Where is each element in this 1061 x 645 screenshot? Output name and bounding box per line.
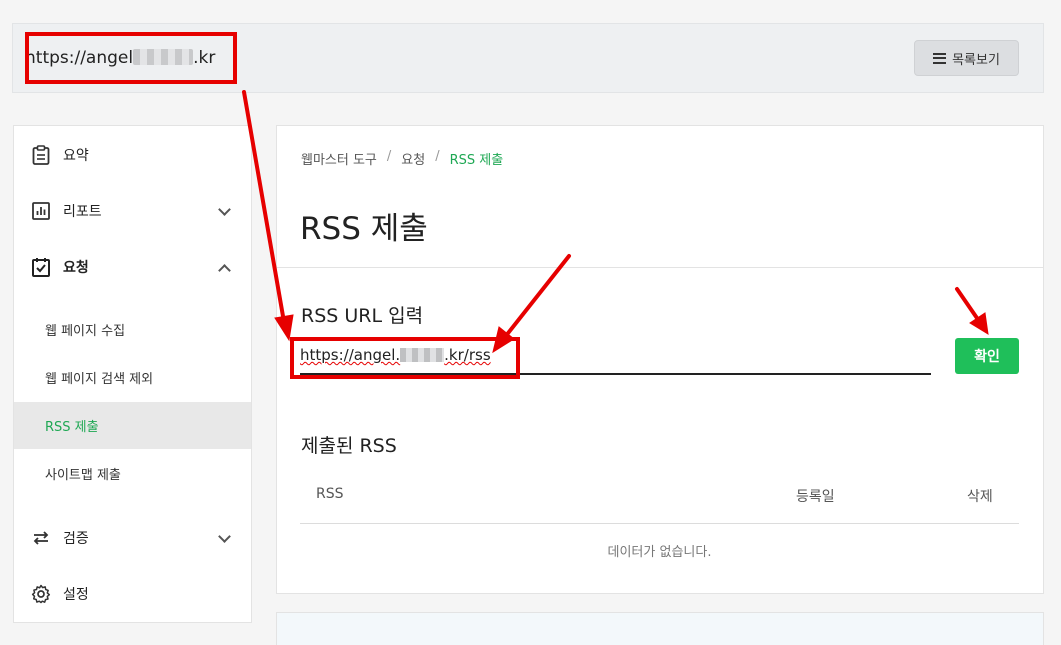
sidebar-item-label: 설정 — [63, 587, 89, 603]
refresh-icon — [31, 528, 51, 548]
column-header-rss: RSS — [316, 486, 344, 502]
empty-state-text: 데이터가 없습니다. — [607, 545, 712, 560]
sidebar-item-verify[interactable]: 검증 — [14, 510, 251, 566]
sidebar-subitem-label: 웹 페이지 수집 — [45, 324, 126, 339]
chevron-down-icon — [218, 203, 231, 216]
annotation-box-site-url — [25, 32, 237, 84]
sidebar-item-label: 요청 — [63, 260, 89, 276]
breadcrumb-separator: / — [435, 149, 440, 164]
sidebar-item-label: 요약 — [63, 148, 89, 164]
submitted-rss-title: 제출된 RSS — [301, 435, 397, 457]
sidebar-item-request[interactable]: 요청 — [14, 239, 251, 295]
breadcrumb: 웹마스터 도구 / 요청 / RSS 제출 — [301, 149, 503, 168]
info-card — [276, 612, 1044, 645]
page-title: RSS 제출 — [300, 211, 428, 247]
breadcrumb-current: RSS 제출 — [449, 153, 504, 168]
sidebar-subitem-sitemap-submit[interactable]: 사이트맵 제출 — [14, 450, 251, 497]
sidebar-item-settings[interactable]: 설정 — [14, 566, 251, 622]
clipboard-icon — [31, 145, 51, 165]
sidebar-subitem-page-crawl[interactable]: 웹 페이지 수집 — [14, 306, 251, 353]
checklist-icon — [31, 257, 51, 277]
sidebar-item-summary[interactable]: 요약 — [14, 127, 251, 183]
breadcrumb-item[interactable]: 요청 — [401, 149, 425, 168]
column-header-delete: 삭제 — [967, 489, 993, 505]
sidebar-subitem-label: RSS 제출 — [45, 420, 99, 435]
rss-url-section-title: RSS URL 입력 — [301, 305, 424, 327]
list-icon — [933, 52, 947, 64]
confirm-button[interactable]: 확인 — [955, 338, 1019, 374]
chart-icon — [31, 201, 51, 221]
list-view-button[interactable]: 목록보기 — [914, 40, 1019, 76]
sidebar-subitem-search-exclude[interactable]: 웹 페이지 검색 제외 — [14, 354, 251, 401]
column-header-date: 등록일 — [796, 489, 835, 505]
breadcrumb-separator: / — [386, 149, 392, 164]
annotation-box-rss-input — [290, 337, 520, 379]
divider — [277, 267, 1043, 268]
sidebar-subitem-label: 웹 페이지 검색 제외 — [45, 372, 154, 387]
gear-icon — [31, 584, 51, 604]
sidebar-item-report[interactable]: 리포트 — [14, 183, 251, 239]
sidebar-item-label: 리포트 — [63, 204, 102, 220]
breadcrumb-item[interactable]: 웹마스터 도구 — [301, 149, 377, 168]
sidebar: 요약 리포트 요청 웹 페이지 수집 웹 페이지 검색 제외 RSS 제출 사이… — [13, 125, 252, 623]
table-divider — [300, 523, 1019, 524]
list-view-label: 목록보기 — [952, 52, 1000, 68]
chevron-down-icon — [218, 530, 231, 543]
sidebar-subitem-label: 사이트맵 제출 — [45, 468, 121, 483]
sidebar-subitem-rss-submit[interactable]: RSS 제출 — [14, 402, 251, 449]
sidebar-item-label: 검증 — [63, 531, 89, 547]
chevron-up-icon — [218, 264, 231, 277]
